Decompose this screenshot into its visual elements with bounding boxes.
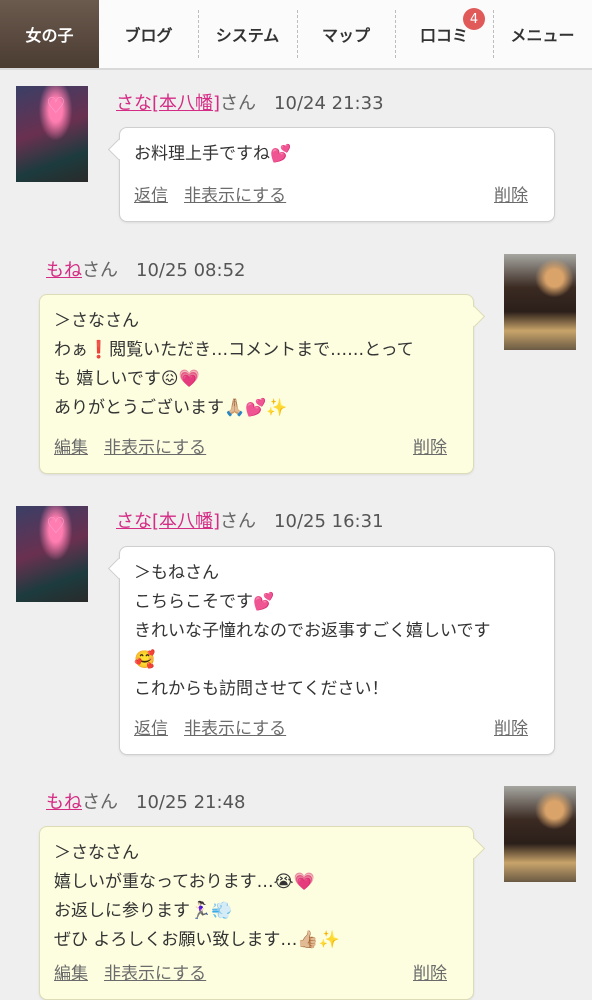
- text-line: 嬉しいが重なっております…😭💗: [54, 872, 315, 892]
- tab-blog[interactable]: ブログ: [99, 0, 198, 68]
- review-count-badge: 4: [463, 8, 485, 30]
- delete-link[interactable]: 削除: [494, 715, 528, 744]
- edit-link[interactable]: 編集: [54, 960, 88, 989]
- honorific: さん: [220, 511, 257, 532]
- username-link[interactable]: もね: [46, 260, 82, 281]
- comment-bubble: ＞さなさん わぁ❗️閲覧いただき…コメントまで……とって も 嬉しいです😖💗 あ…: [39, 294, 474, 474]
- hide-link[interactable]: 非表示にする: [104, 434, 206, 463]
- comment-text: ＞さなさん わぁ❗️閲覧いただき…コメントまで……とって も 嬉しいです😖💗 あ…: [54, 307, 459, 423]
- comment-bubble: ＞もねさん こちらこそです💕 きれいな子憧れなのでお返事すごく嬉しいです 🥰 こ…: [119, 546, 555, 755]
- comment-meta: もねさん 10/25 08:52: [46, 256, 245, 282]
- text-line: ぜひ よろしくお願い致します…👍🏼✨: [54, 930, 340, 950]
- text-line: これからも訪問させてください！: [134, 679, 389, 699]
- honorific: さん: [82, 260, 118, 281]
- comment-actions: 返信 非表示にする 削除: [134, 719, 528, 744]
- timestamp: 10/25 16:31: [274, 511, 384, 532]
- comment-meta: もねさん 10/25 21:48: [46, 788, 245, 814]
- tab-label: メニュー: [510, 26, 575, 45]
- heart-icon: ♡: [46, 514, 66, 539]
- comment-text: お料理上手ですね💕: [134, 140, 540, 169]
- tab-label: 女の子: [25, 26, 74, 45]
- comment-text: ＞もねさん こちらこそです💕 きれいな子憧れなのでお返事すごく嬉しいです 🥰 こ…: [134, 559, 540, 704]
- text-line: ＞さなさん: [54, 843, 139, 863]
- timestamp: 10/25 08:52: [136, 260, 246, 281]
- text-line: ＞さなさん: [54, 311, 139, 331]
- username-link[interactable]: さな[本八幡]: [116, 93, 220, 114]
- honorific: さん: [220, 93, 257, 114]
- text-line: も 嬉しいです😖💗: [54, 369, 200, 389]
- tab-label: マップ: [321, 26, 370, 45]
- delete-link[interactable]: 削除: [413, 960, 447, 989]
- tab-map[interactable]: マップ: [297, 0, 395, 68]
- comment-meta: さな[本八幡]さん 10/24 21:33: [116, 89, 384, 115]
- text-line: きれいな子憧れなのでお返事すごく嬉しいです: [134, 621, 491, 641]
- avatar[interactable]: [504, 786, 576, 882]
- tab-reviews[interactable]: 口コミ 4: [395, 0, 493, 68]
- text-line: 🥰: [134, 650, 156, 670]
- top-nav: 女の子 ブログ システム マップ 口コミ 4 メニュー: [0, 0, 592, 70]
- comment-actions: 編集 非表示にする 削除: [54, 964, 447, 989]
- tab-label: ブログ: [124, 26, 173, 45]
- tab-label: システム: [215, 26, 280, 45]
- text-line: こちらこそです💕: [134, 592, 275, 612]
- comment-actions: 編集 非表示にする 削除: [54, 438, 447, 463]
- delete-link[interactable]: 削除: [494, 182, 528, 211]
- delete-link[interactable]: 削除: [413, 434, 447, 463]
- comment-meta: さな[本八幡]さん 10/25 16:31: [116, 507, 384, 533]
- reply-link[interactable]: 返信: [134, 715, 168, 744]
- avatar[interactable]: ♡: [16, 506, 88, 602]
- username-link[interactable]: さな[本八幡]: [116, 511, 220, 532]
- honorific: さん: [82, 792, 118, 813]
- timestamp: 10/24 21:33: [274, 93, 384, 114]
- tab-girls[interactable]: 女の子: [0, 0, 99, 68]
- hide-link[interactable]: 非表示にする: [184, 715, 286, 744]
- reply-link[interactable]: 返信: [134, 182, 168, 211]
- hide-link[interactable]: 非表示にする: [184, 182, 286, 211]
- comment-bubble: ＞さなさん 嬉しいが重なっております…😭💗 お返しに参ります🏃🏻‍♀️💨 ぜひ …: [39, 826, 474, 1000]
- username-link[interactable]: もね: [46, 792, 82, 813]
- text-line: ＞もねさん: [134, 563, 219, 583]
- comment-bubble: お料理上手ですね💕 返信 非表示にする 削除: [119, 127, 555, 222]
- heart-icon: ♡: [46, 94, 66, 119]
- tab-system[interactable]: システム: [198, 0, 297, 68]
- hide-link[interactable]: 非表示にする: [104, 960, 206, 989]
- comment-actions: 返信 非表示にする 削除: [134, 186, 528, 211]
- text-line: お返しに参ります🏃🏻‍♀️💨: [54, 901, 233, 921]
- edit-link[interactable]: 編集: [54, 434, 88, 463]
- avatar[interactable]: ♡: [16, 86, 88, 182]
- tab-label: 口コミ: [419, 26, 468, 45]
- text-line: わぁ❗️閲覧いただき…コメントまで……とって: [54, 340, 414, 360]
- text-line: お料理上手ですね💕: [134, 144, 292, 164]
- timestamp: 10/25 21:48: [136, 792, 246, 813]
- text-line: ありがとうございます🙏🏼💕✨: [54, 398, 288, 418]
- tab-menu[interactable]: メニュー: [493, 0, 592, 68]
- avatar[interactable]: [504, 254, 576, 350]
- comment-text: ＞さなさん 嬉しいが重なっております…😭💗 お返しに参ります🏃🏻‍♀️💨 ぜひ …: [54, 839, 459, 955]
